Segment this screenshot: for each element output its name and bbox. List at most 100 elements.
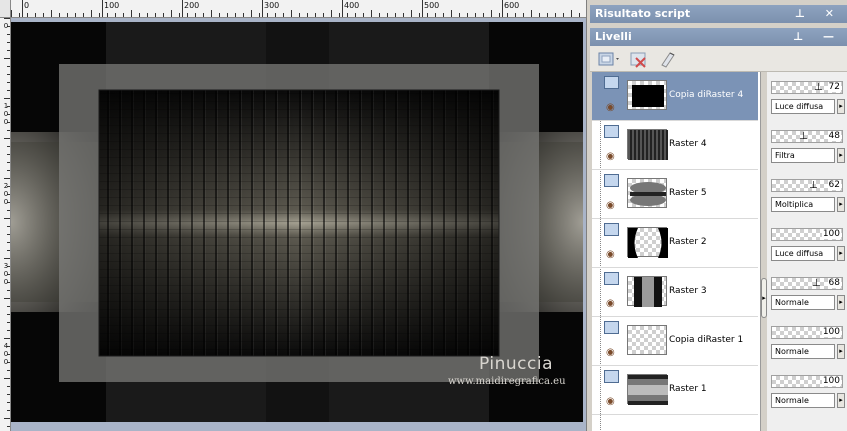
layer-properties-row: ⊥ 62 Moltiplica ▸ xyxy=(767,170,847,219)
ruler-tick xyxy=(379,13,380,17)
blend-mode-select[interactable]: Normale xyxy=(771,393,835,408)
ruler-major-tick xyxy=(182,0,183,17)
ruler-tick xyxy=(123,13,124,17)
ruler-tick xyxy=(403,13,404,17)
layer-row[interactable]: ◉ Raster 5 xyxy=(592,170,758,219)
image-canvas[interactable]: Pinuccia www.maidiregrafica.eu xyxy=(11,22,583,422)
blend-mode-select[interactable]: Moltiplica xyxy=(771,197,835,212)
script-panel-buttons[interactable]: ⊥ ✕ xyxy=(795,5,842,23)
visibility-eye-icon[interactable]: ◉ xyxy=(606,298,615,309)
ruler-tick xyxy=(7,50,10,51)
layer-properties-row: 100 Normale ▸ xyxy=(767,366,847,415)
ruler-tick xyxy=(307,13,308,17)
ruler-tick xyxy=(235,13,236,17)
ruler-tick xyxy=(4,218,10,219)
ruler-tick xyxy=(51,10,52,17)
ruler-tick xyxy=(243,13,244,17)
canvas-area: 0 100 200 300 400 500 600 0 1 0 0 2 0 0 3 0 0 4 0 … xyxy=(0,0,586,431)
ruler-tick xyxy=(7,410,10,411)
layer-thumbnail xyxy=(627,178,667,208)
new-layer-icon xyxy=(598,52,619,66)
new-layer-button[interactable] xyxy=(596,49,619,69)
visibility-eye-icon[interactable]: ◉ xyxy=(606,347,615,358)
dropdown-arrow-icon[interactable]: ▸ xyxy=(837,295,845,310)
dropdown-arrow-icon[interactable]: ▸ xyxy=(837,344,845,359)
ruler-tick xyxy=(451,10,452,17)
layer-row[interactable]: ◉ Raster 4 xyxy=(592,121,758,170)
layer-row[interactable]: ◉ Copia diRaster 4 xyxy=(592,72,758,121)
ruler-tick xyxy=(347,13,348,17)
visibility-eye-icon[interactable]: ◉ xyxy=(606,396,615,407)
app-window: 0 100 200 300 400 500 600 0 1 0 0 2 0 0 3 0 0 4 0 … xyxy=(0,0,847,431)
ruler-tick xyxy=(211,10,212,17)
ruler-major-tick xyxy=(342,0,343,17)
layer-name: Raster 5 xyxy=(669,188,707,198)
dropdown-arrow-icon[interactable]: ▸ xyxy=(837,197,845,212)
layer-properties-row: ⊥ 72 Luce diffusa ▸ xyxy=(767,72,847,121)
delete-layer-icon xyxy=(630,52,646,68)
layer-thumbnail xyxy=(627,276,667,307)
slider-thumb-icon[interactable]: ⊥ xyxy=(814,82,823,93)
ruler-tick xyxy=(203,13,204,17)
ruler-label-vertical: 2 0 0 xyxy=(3,182,9,206)
ruler-tick xyxy=(443,13,444,17)
layer-properties-row: 100 Luce diffusa ▸ xyxy=(767,219,847,268)
visibility-eye-icon[interactable]: ◉ xyxy=(606,102,615,113)
ruler-tick xyxy=(4,338,10,339)
ruler-tick xyxy=(475,13,476,17)
ruler-tick xyxy=(91,10,92,17)
layer-row[interactable]: ◉ Raster 3 xyxy=(592,268,758,317)
layer-row[interactable]: ◉ Raster 2 xyxy=(592,219,758,268)
ruler-label-horizontal: 300 xyxy=(264,1,280,10)
ruler-tick xyxy=(7,250,10,251)
delete-layer-button[interactable] xyxy=(628,49,650,69)
dropdown-arrow-icon[interactable]: ▸ xyxy=(837,393,845,408)
blend-mode-select[interactable]: Normale xyxy=(771,295,835,310)
watermark-title: Pinuccia xyxy=(479,354,553,374)
layers-panel-buttons[interactable]: ⊥ — xyxy=(793,28,842,46)
ruler-tick xyxy=(4,178,10,179)
ruler-tick xyxy=(7,170,10,171)
slider-thumb-icon[interactable]: ⊥ xyxy=(812,278,821,289)
ruler-major-tick xyxy=(502,0,503,17)
raster-layer-icon xyxy=(604,321,619,334)
blend-mode-select[interactable]: Luce diffusa xyxy=(771,99,835,114)
watermark-url: www.maidiregrafica.eu xyxy=(448,376,566,387)
ruler-label-horizontal: 500 xyxy=(424,1,440,10)
ruler-tick xyxy=(483,13,484,17)
layer-name: Raster 2 xyxy=(669,237,707,247)
ruler-tick xyxy=(531,10,532,17)
ruler-tick xyxy=(7,42,10,43)
layers-panel-title: Livelli ⊥ — xyxy=(590,28,847,46)
ruler-tick xyxy=(7,426,10,427)
ruler-major-tick xyxy=(422,0,423,17)
blend-mode-select[interactable]: Filtra xyxy=(771,148,835,163)
ruler-tick xyxy=(499,13,500,17)
layer-row[interactable]: ◉ Copia diRaster 1 xyxy=(592,317,758,366)
visibility-eye-icon[interactable]: ◉ xyxy=(606,200,615,211)
blend-mode-select[interactable]: Luce diffusa xyxy=(771,246,835,261)
slider-thumb-icon[interactable]: ⊥ xyxy=(809,180,818,191)
ruler-tick xyxy=(171,10,172,17)
mask-button[interactable] xyxy=(658,49,680,69)
ruler-tick xyxy=(19,13,20,17)
ruler-tick xyxy=(7,210,10,211)
layers-list: ◉ Copia diRaster 4 ◉ Raster 4 ◉ Raster 5 ◉ Rast… xyxy=(592,72,760,431)
ruler-tick xyxy=(7,402,10,403)
slider-thumb-icon[interactable]: ⊥ xyxy=(799,131,808,142)
layers-splitter[interactable] xyxy=(760,72,767,431)
dropdown-arrow-icon[interactable]: ▸ xyxy=(837,246,845,261)
visibility-eye-icon[interactable]: ◉ xyxy=(606,151,615,162)
opacity-value: 100 xyxy=(821,229,841,239)
visibility-eye-icon[interactable]: ◉ xyxy=(606,249,615,260)
layer-name: Copia diRaster 1 xyxy=(669,335,744,345)
dropdown-arrow-icon[interactable]: ▸ xyxy=(837,99,845,114)
layer-properties: ⊥ 72 Luce diffusa ▸ ⊥ 48 Filtra ▸ ⊥ 62 Moltiplica ▸… xyxy=(767,72,847,431)
layer-row[interactable]: ◉ Raster 1 xyxy=(592,366,758,415)
raster-layer-icon xyxy=(604,272,619,285)
dropdown-arrow-icon[interactable]: ▸ xyxy=(837,148,845,163)
ruler-tick xyxy=(7,146,10,147)
raster-layer-icon xyxy=(604,370,619,383)
ruler-tick xyxy=(4,138,10,139)
blend-mode-select[interactable]: Normale xyxy=(771,344,835,359)
